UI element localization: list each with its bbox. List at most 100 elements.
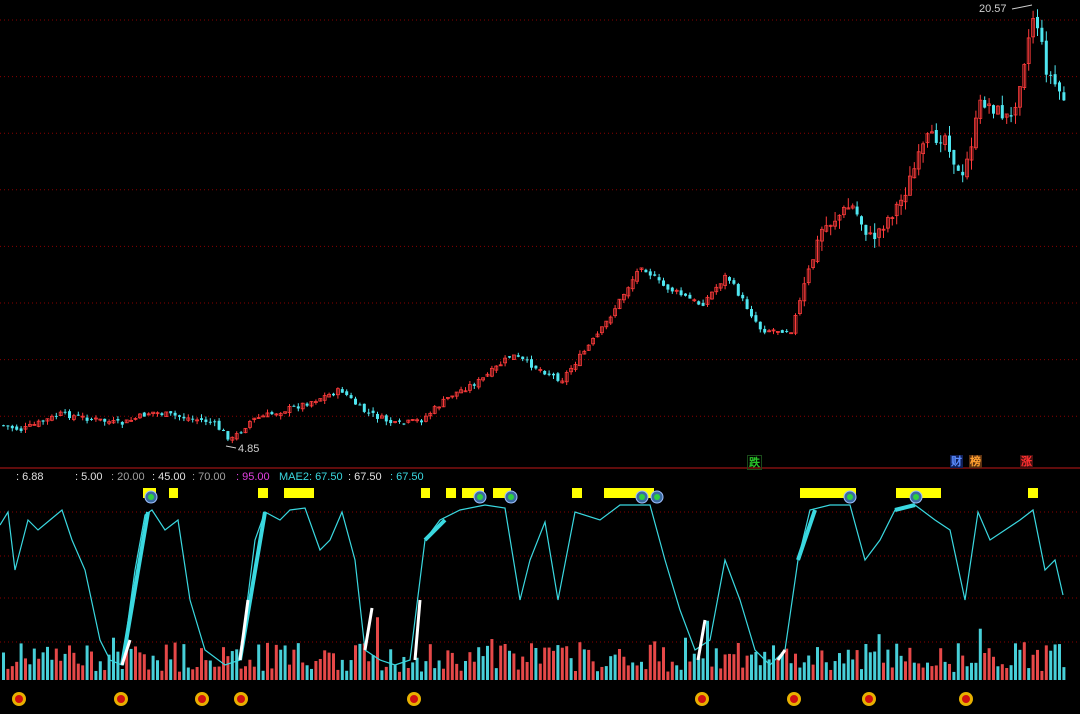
- candle-body: [508, 356, 511, 358]
- volume-bar: [644, 669, 648, 680]
- volume-bar: [261, 670, 265, 680]
- candle-body: [750, 309, 753, 317]
- volume-bar: [1049, 650, 1053, 680]
- indicator-curve: [0, 503, 1064, 666]
- candle-body: [648, 271, 652, 276]
- candle-body: [763, 328, 767, 333]
- volume-bar: [596, 671, 599, 680]
- candle-body: [952, 150, 956, 165]
- volume-bar: [728, 653, 731, 680]
- candle-body: [516, 355, 520, 357]
- volume-bar: [736, 642, 740, 680]
- volume-bar: [956, 643, 960, 680]
- candlestick-series[interactable]: [2, 9, 1066, 444]
- tag-rise[interactable]: 涨: [1020, 455, 1033, 468]
- price-grid: [0, 19, 1080, 417]
- candle-body: [103, 418, 107, 422]
- tag-finance[interactable]: 财: [950, 455, 963, 468]
- candle-body: [90, 418, 93, 420]
- volume-bar: [688, 661, 692, 680]
- volume-bar: [68, 645, 71, 680]
- volume-bar: [974, 662, 978, 680]
- volume-bars: [2, 617, 1066, 680]
- volume-bar: [288, 664, 291, 680]
- volume-bar: [195, 667, 199, 680]
- candle-body: [239, 432, 243, 434]
- volume-bar: [895, 643, 899, 680]
- indicator-thick-segment: [423, 518, 447, 542]
- volume-bar: [371, 655, 375, 680]
- volume-bar: [965, 666, 969, 680]
- volume-bar: [252, 666, 256, 680]
- candle-body: [701, 302, 705, 306]
- star-circle-icon-core: [198, 695, 206, 703]
- volume-bar: [626, 665, 630, 680]
- candle-body: [1049, 74, 1053, 76]
- indicator-value-8: : 67.50: [348, 471, 382, 483]
- volume-bar: [239, 668, 243, 680]
- volume-bar: [587, 649, 591, 680]
- candle-body: [371, 410, 375, 413]
- volume-bar: [411, 662, 415, 680]
- candle-body: [6, 425, 10, 427]
- volume-bar: [864, 644, 868, 680]
- volume-bar: [1009, 665, 1013, 680]
- volume-bar: [230, 651, 234, 680]
- volume-bar: [354, 645, 357, 680]
- candle-body: [1009, 115, 1013, 117]
- volume-bar: [675, 665, 679, 680]
- volume-bar: [477, 647, 481, 680]
- candle-body: [855, 206, 859, 215]
- volume-bar: [406, 667, 410, 680]
- candle-body: [2, 425, 5, 427]
- volume-bar: [912, 662, 916, 680]
- volume-bar: [785, 648, 789, 680]
- candle-body: [472, 384, 476, 386]
- volume-bar: [393, 665, 397, 680]
- volume-bar: [952, 671, 956, 680]
- volume-bar: [631, 662, 635, 680]
- volume-bar: [662, 647, 665, 680]
- volume-bar: [283, 645, 287, 680]
- volume-bar: [450, 652, 454, 680]
- volume-bar: [670, 661, 674, 680]
- candle-body: [169, 411, 173, 414]
- volume-bar: [112, 637, 115, 680]
- indicator-line: [0, 504, 1064, 666]
- volume-bar: [565, 646, 569, 680]
- volume-bar: [855, 650, 859, 680]
- candle-body: [873, 232, 877, 240]
- volume-bar: [103, 670, 107, 680]
- volume-bar: [380, 670, 384, 680]
- tag-fall[interactable]: 跌: [747, 455, 762, 470]
- volume-bar: [46, 646, 49, 680]
- volume-bar: [336, 669, 340, 680]
- volume-bar: [908, 647, 912, 680]
- volume-bar: [305, 665, 309, 680]
- volume-bar: [1062, 667, 1066, 680]
- volume-bar: [1053, 644, 1057, 680]
- volume-bar: [120, 668, 124, 680]
- indicator-grid: [0, 511, 1080, 643]
- volume-bar: [635, 665, 639, 680]
- candle-body: [684, 293, 687, 296]
- volume-bar: [437, 660, 441, 680]
- volume-bar: [521, 656, 525, 680]
- candle-body: [860, 216, 863, 225]
- volume-bar: [543, 647, 547, 680]
- indicator-value-6: : 95.00: [236, 471, 270, 483]
- volume-bar: [160, 670, 164, 680]
- volume-bar: [142, 654, 146, 680]
- volume-bar: [684, 637, 687, 680]
- volume-bar: [697, 656, 701, 680]
- signal-block: [284, 488, 300, 498]
- volume-bar: [754, 651, 758, 680]
- stock-chart[interactable]: [0, 0, 1080, 714]
- volume-bar: [534, 647, 538, 680]
- volume-bar: [877, 634, 881, 680]
- tag-rank[interactable]: 榜: [969, 455, 982, 468]
- volume-bar: [820, 650, 824, 680]
- volume-bar: [802, 662, 806, 680]
- candle-body: [785, 330, 789, 332]
- volume-bar: [917, 663, 921, 680]
